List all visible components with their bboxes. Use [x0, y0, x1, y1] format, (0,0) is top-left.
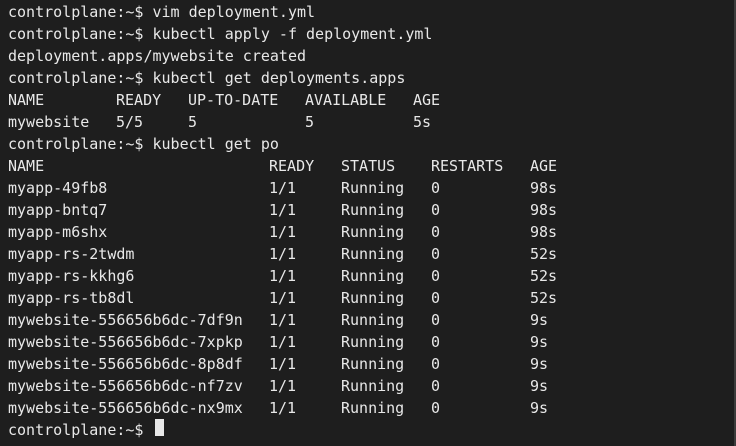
terminal-window[interactable]: controlplane:~$ vim deployment.yml contr…: [0, 0, 736, 446]
table-cell: 1/1: [269, 245, 297, 263]
table-cell: mywebsite-556656b6dc-7df9n: [8, 311, 243, 329]
table-cell: 0: [431, 267, 441, 285]
terminal-line: controlplane:~$: [8, 419, 728, 441]
table-cell: 1/1: [269, 267, 297, 285]
table-cell: mywebsite-556656b6dc-nf7zv: [8, 377, 243, 395]
table-cell: 0: [431, 377, 441, 395]
table-cell: 0: [431, 399, 441, 417]
output-text: deployment.apps/mywebsite created: [8, 47, 307, 65]
table-cell: 5: [305, 113, 315, 131]
table-cell: myapp-m6shx: [8, 223, 108, 241]
prompt-text: controlplane:~$: [8, 421, 153, 439]
column-header: AGE: [413, 91, 441, 109]
table-cell: Running: [341, 399, 405, 417]
table-cell: 0: [431, 245, 441, 263]
table-cell: mywebsite-556656b6dc-7xpkp: [8, 333, 243, 351]
table-cell: 1/1: [269, 223, 297, 241]
table-cell: 1/1: [269, 399, 297, 417]
column-header: RESTARTS: [431, 157, 504, 175]
table-cell: 5/5: [116, 113, 144, 131]
table-cell: Running: [341, 223, 405, 241]
terminal-line: controlplane:~$ vim deployment.yml: [8, 1, 728, 23]
terminal-line: controlplane:~$ kubectl apply -f deploym…: [8, 23, 728, 45]
table-row: mywebsite 5/5 5 5 5s: [8, 111, 728, 133]
table-cell: 1/1: [269, 179, 297, 197]
table-cell: Running: [341, 267, 405, 285]
table-cell: 1/1: [269, 355, 297, 373]
table-row: myapp-rs-kkhg6 1/1 Running 0 52s: [8, 265, 728, 287]
table-cell: myapp-rs-tb8dl: [8, 289, 135, 307]
table-cell: Running: [341, 333, 405, 351]
table-row: mywebsite-556656b6dc-7df9n 1/1 Running 0 9s: [8, 309, 728, 331]
table-cell: 52s: [530, 245, 558, 263]
table-cell: 52s: [530, 289, 558, 307]
table-cell: 1/1: [269, 201, 297, 219]
table-cell: 98s: [530, 223, 558, 241]
column-header: READY: [269, 157, 315, 175]
table-cell: 0: [431, 223, 441, 241]
table-cell: 98s: [530, 201, 558, 219]
command-text: controlplane:~$ vim deployment.yml: [8, 3, 316, 21]
table-cell: myapp-rs-2twdm: [8, 245, 135, 263]
table-cell: 0: [431, 179, 441, 197]
table-cell: 52s: [530, 267, 558, 285]
table-cell: 9s: [530, 355, 549, 373]
table-row: myapp-bntq7 1/1 Running 0 98s: [8, 199, 728, 221]
table-cell: 98s: [530, 179, 558, 197]
table-cell: Running: [341, 311, 405, 329]
table-cell: 0: [431, 333, 441, 351]
table-row: mywebsite-556656b6dc-8p8df 1/1 Running 0 9s: [8, 353, 728, 375]
table-row: mywebsite-556656b6dc-7xpkp 1/1 Running 0 9s: [8, 331, 728, 353]
table-cell: Running: [341, 179, 405, 197]
table-cell: mywebsite-556656b6dc-nx9mx: [8, 399, 243, 417]
table-cell: 1/1: [269, 377, 297, 395]
table-cell: 1/1: [269, 311, 297, 329]
column-header: UP-TO-DATE: [188, 91, 279, 109]
table-cell: myapp-bntq7: [8, 201, 108, 219]
command-text: controlplane:~$ kubectl apply -f deploym…: [8, 25, 433, 43]
table-cell: 0: [431, 355, 441, 373]
table-cell: 9s: [530, 399, 549, 417]
command-text: controlplane:~$ kubectl get deployments.…: [8, 69, 406, 87]
table-cell: 1/1: [269, 333, 297, 351]
column-header: STATUS: [341, 157, 396, 175]
table-cell: 9s: [530, 377, 549, 395]
table-row: myapp-m6shx 1/1 Running 0 98s: [8, 221, 728, 243]
table-cell: 9s: [530, 311, 549, 329]
deploy-table-header: NAME READY UP-TO-DATE AVAILABLE AGE: [8, 89, 728, 111]
table-row: myapp-rs-2twdm 1/1 Running 0 52s: [8, 243, 728, 265]
table-row: mywebsite-556656b6dc-nx9mx 1/1 Running 0 9s: [8, 397, 728, 419]
pod-table-body: myapp-49fb8 1/1 Running 0 98s myapp-bntq7 1/1 R…: [8, 177, 728, 419]
column-header: NAME: [8, 157, 45, 175]
table-cell: mywebsite: [8, 113, 90, 131]
table-cell: 0: [431, 201, 441, 219]
table-cell: 5: [188, 113, 198, 131]
terminal-line: controlplane:~$ kubectl get deployments.…: [8, 67, 728, 89]
pod-table-header: NAME READY STATUS RESTARTS AGE: [8, 155, 728, 177]
table-cell: mywebsite-556656b6dc-8p8df: [8, 355, 243, 373]
table-cell: 5s: [413, 113, 432, 131]
terminal-line: deployment.apps/mywebsite created: [8, 45, 728, 67]
table-cell: Running: [341, 289, 405, 307]
column-header: AGE: [530, 157, 558, 175]
table-cell: Running: [341, 377, 405, 395]
table-cell: 0: [431, 289, 441, 307]
table-cell: 9s: [530, 333, 549, 351]
table-row: mywebsite-556656b6dc-nf7zv 1/1 Running 0 9s: [8, 375, 728, 397]
table-cell: Running: [341, 201, 405, 219]
table-cell: Running: [341, 355, 405, 373]
command-text: controlplane:~$ kubectl get po: [8, 135, 279, 153]
table-row: myapp-49fb8 1/1 Running 0 98s: [8, 177, 728, 199]
table-cell: 1/1: [269, 289, 297, 307]
column-header: READY: [116, 91, 162, 109]
cursor-block: [154, 419, 164, 436]
table-cell: myapp-rs-kkhg6: [8, 267, 135, 285]
table-row: myapp-rs-tb8dl 1/1 Running 0 52s: [8, 287, 728, 309]
column-header: NAME: [8, 91, 45, 109]
column-header: AVAILABLE: [305, 91, 387, 109]
table-cell: 0: [431, 311, 441, 329]
table-cell: Running: [341, 245, 405, 263]
terminal-line: controlplane:~$ kubectl get po: [8, 133, 728, 155]
table-cell: myapp-49fb8: [8, 179, 108, 197]
